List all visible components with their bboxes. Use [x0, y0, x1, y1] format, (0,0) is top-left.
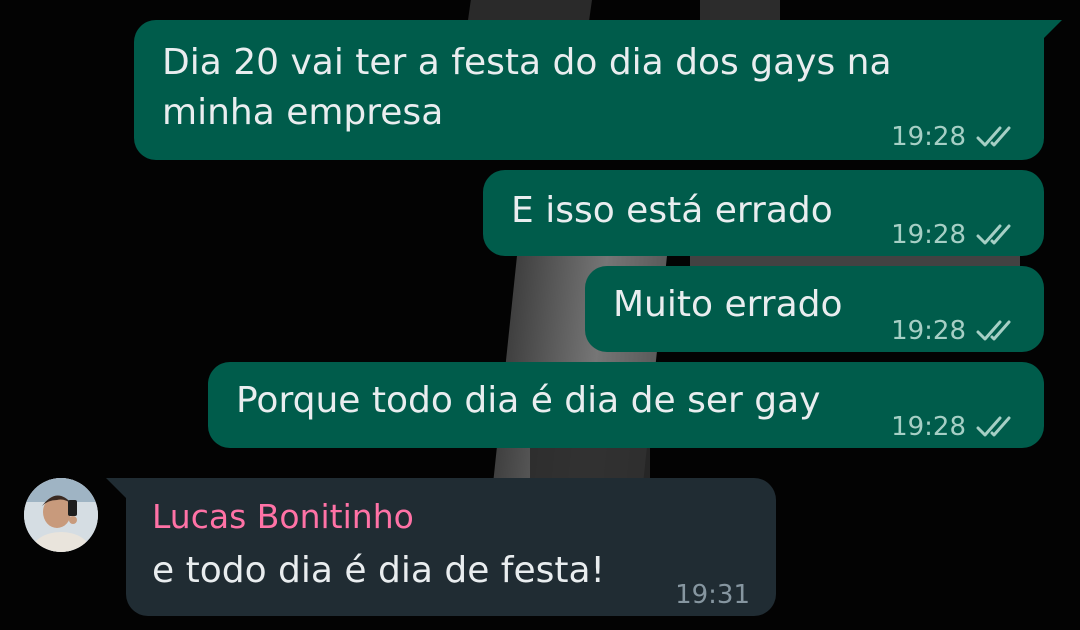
outgoing-message[interactable]: Muito errado 19:28	[585, 266, 1044, 352]
message-time: 19:31	[675, 580, 750, 610]
message-text-line: Dia 20 vai ter a festa do dia dos gays n…	[162, 42, 892, 83]
message-text: Muito errado	[613, 284, 843, 325]
avatar[interactable]	[24, 478, 98, 552]
message-text: Porque todo dia é dia de ser gay	[236, 380, 821, 421]
outgoing-message[interactable]: Porque todo dia é dia de ser gay 19:28	[208, 362, 1044, 448]
message-time: 19:28	[891, 412, 966, 442]
double-check-icon	[976, 126, 1011, 147]
double-check-icon	[976, 224, 1011, 245]
message-text: E isso está errado	[511, 190, 833, 231]
bubble-tail	[1040, 20, 1062, 42]
profile-photo	[24, 478, 98, 552]
double-check-icon	[976, 320, 1011, 341]
message-time: 19:28	[891, 122, 966, 152]
message-text: e todo dia é dia de festa!	[152, 550, 605, 591]
wallpaper-shape	[700, 0, 780, 20]
message-time: 19:28	[891, 316, 966, 346]
message-meta: 19:28	[891, 114, 1020, 160]
sender-name[interactable]: Lucas Bonitinho	[152, 494, 414, 540]
incoming-message[interactable]: Lucas Bonitinho e todo dia é dia de fest…	[106, 478, 776, 616]
double-check-icon	[976, 416, 1011, 437]
message-text-line: minha empresa	[162, 92, 444, 133]
bubble-tail	[106, 478, 128, 500]
message-time: 19:28	[891, 220, 966, 250]
message-meta: 19:28	[891, 308, 1020, 354]
message-meta: 19:28	[891, 212, 1020, 258]
message-meta: 19:28	[891, 404, 1020, 450]
outgoing-message[interactable]: Dia 20 vai ter a festa do dia dos gays n…	[134, 20, 1062, 160]
outgoing-message[interactable]: E isso está errado 19:28	[483, 170, 1044, 256]
